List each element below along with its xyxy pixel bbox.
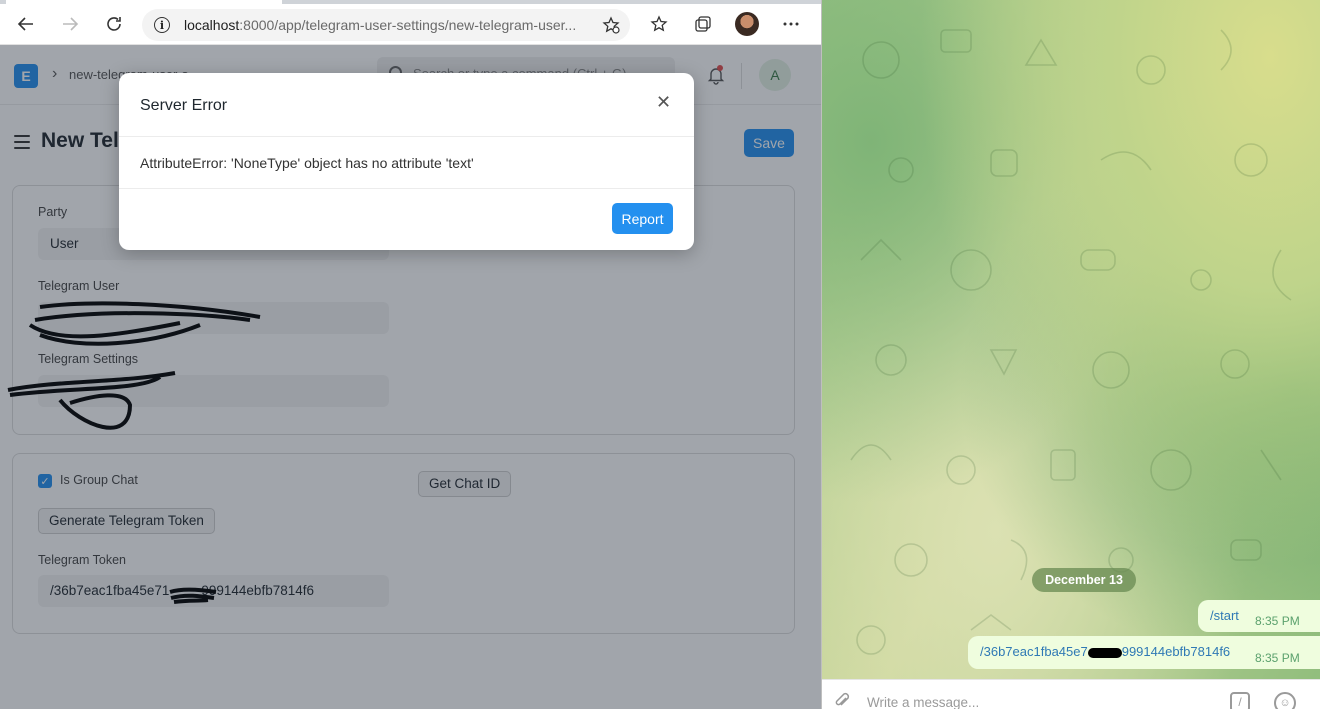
- forward-icon[interactable]: [52, 8, 88, 40]
- browser-toolbar: i localhost:8000/app/telegram-user-setti…: [0, 4, 821, 45]
- message-text[interactable]: /start: [1210, 608, 1239, 623]
- message-bubble[interactable]: /36b7eac1fba45e7 999144ebfb7814f6 8:35 PM: [968, 636, 1320, 669]
- message-time: 8:35 PM: [1255, 651, 1300, 665]
- message-text[interactable]: /36b7eac1fba45e7 999144ebfb7814f6: [980, 644, 1230, 659]
- browser-window: i localhost:8000/app/telegram-user-setti…: [0, 0, 821, 709]
- modal-divider: [119, 136, 694, 137]
- favorites-icon[interactable]: [641, 8, 677, 40]
- message-composer: Write a message... / ☺: [821, 679, 1320, 709]
- emoji-icon[interactable]: ☺: [1274, 692, 1296, 709]
- telegram-chat: December 13 /start 8:35 PM /36b7eac1fba4…: [821, 0, 1320, 709]
- attach-icon[interactable]: [833, 692, 851, 709]
- message-time: 8:35 PM: [1255, 614, 1300, 628]
- collections-icon[interactable]: [685, 8, 721, 40]
- info-icon[interactable]: i: [154, 17, 170, 33]
- modal-title: Server Error: [140, 97, 228, 114]
- bot-command-icon[interactable]: /: [1230, 692, 1250, 709]
- server-error-modal: Server Error ✕ AttributeError: 'NoneType…: [119, 73, 694, 250]
- message-text-prefix: /36b7eac1fba45e7: [980, 644, 1088, 659]
- add-favorite-icon[interactable]: [602, 16, 620, 37]
- address-bar[interactable]: i localhost:8000/app/telegram-user-setti…: [142, 9, 630, 41]
- url-path: :8000/app/telegram-user-settings/new-tel…: [239, 17, 577, 33]
- toolbar-right: [641, 8, 809, 40]
- close-icon[interactable]: ✕: [656, 93, 671, 111]
- report-button[interactable]: Report: [612, 203, 673, 234]
- reload-icon[interactable]: [96, 8, 132, 40]
- message-bubble[interactable]: /start 8:35 PM: [1198, 600, 1320, 632]
- more-icon[interactable]: [773, 8, 809, 40]
- error-message: AttributeError: 'NoneType' object has no…: [140, 155, 474, 171]
- message-text-suffix: 999144ebfb7814f6: [1121, 644, 1231, 659]
- window-divider: [821, 0, 822, 709]
- modal-divider: [119, 188, 694, 189]
- message-input[interactable]: Write a message...: [867, 695, 979, 709]
- date-separator: December 13: [1032, 568, 1136, 592]
- profile-avatar[interactable]: [729, 8, 765, 40]
- url-host: localhost: [184, 17, 240, 33]
- redaction-mark: [1087, 647, 1122, 658]
- back-icon[interactable]: [8, 8, 44, 40]
